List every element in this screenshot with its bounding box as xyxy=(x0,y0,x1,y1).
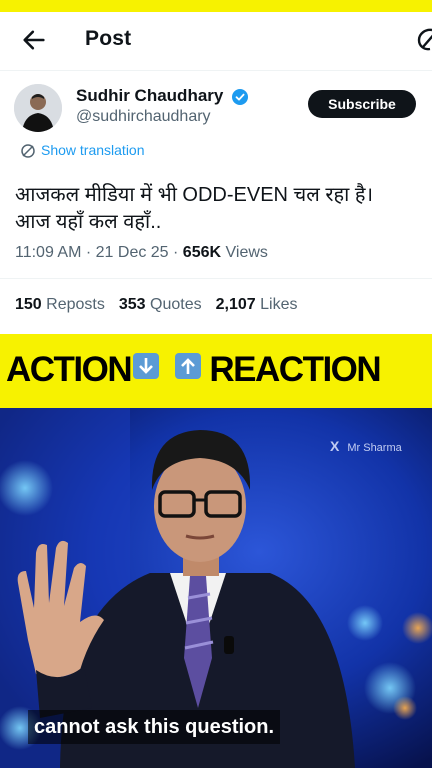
tweet-text: आजकल मीडिया में भी ODD-EVEN चल रहा है। आ… xyxy=(15,182,415,236)
video-frame[interactable]: X Mr Sharma cannot ask this question. xyxy=(0,408,432,768)
post-meta: 11:09 AM · 21 Dec 25 · 656K Views xyxy=(15,244,268,261)
down-arrow-icon xyxy=(133,353,160,379)
quotes-stat[interactable]: 353 Quotes xyxy=(119,296,202,313)
likes-stat[interactable]: 2,107 Likes xyxy=(216,296,298,313)
up-arrow-icon xyxy=(175,353,202,379)
subscribe-button[interactable]: Subscribe xyxy=(308,90,416,118)
screen: Post Sudhir Chaudhary @sudhirchaudhary S… xyxy=(0,0,432,768)
likes-count: 2,107 xyxy=(215,296,256,313)
video-caption: cannot ask this question. xyxy=(28,710,281,744)
reposts-label: Reposts xyxy=(46,296,105,313)
divider xyxy=(0,278,432,279)
banner-action: ACTION xyxy=(6,350,133,389)
divider xyxy=(0,70,432,71)
back-arrow-icon[interactable] xyxy=(20,26,48,54)
grok-icon[interactable] xyxy=(414,26,432,54)
likes-label: Likes xyxy=(260,296,298,313)
top-bar: Post xyxy=(0,12,432,68)
tweet-line: आज यहाँ कल वहाँ.. xyxy=(15,211,162,233)
views-label: Views xyxy=(225,244,268,261)
watermark-name: Mr Sharma xyxy=(347,442,402,454)
quotes-count: 353 xyxy=(118,296,146,313)
quotes-label: Quotes xyxy=(150,296,202,313)
reposts-stat[interactable]: 150 Reposts xyxy=(15,296,105,313)
post-date: 21 Dec 25 xyxy=(95,244,169,261)
banner-text: ACTION REACTION xyxy=(6,350,382,390)
post-time: 11:09 AM xyxy=(15,244,82,261)
views-count: 656K xyxy=(182,244,222,261)
post-card: Post Sudhir Chaudhary @sudhirchaudhary S… xyxy=(0,12,432,334)
page-title: Post xyxy=(85,27,132,50)
show-translation-label: Show translation xyxy=(41,142,145,158)
x-logo-icon: X xyxy=(330,438,340,454)
translate-icon xyxy=(21,144,35,158)
engagement-stats: 150 Reposts 353 Quotes 2,107 Likes xyxy=(15,296,297,314)
tweet-line: आजकल मीडिया में भी ODD-EVEN चल रहा है। xyxy=(15,184,374,206)
banner-reaction: REACTION xyxy=(209,350,381,389)
verified-badge-icon xyxy=(232,89,248,105)
avatar[interactable] xyxy=(14,84,62,132)
reposts-count: 150 xyxy=(15,296,42,313)
action-reaction-banner: ACTION REACTION xyxy=(0,334,432,408)
author-handle[interactable]: @sudhirchaudhary xyxy=(76,108,211,126)
author-name[interactable]: Sudhir Chaudhary xyxy=(76,86,223,106)
video-watermark: X Mr Sharma xyxy=(330,438,402,454)
